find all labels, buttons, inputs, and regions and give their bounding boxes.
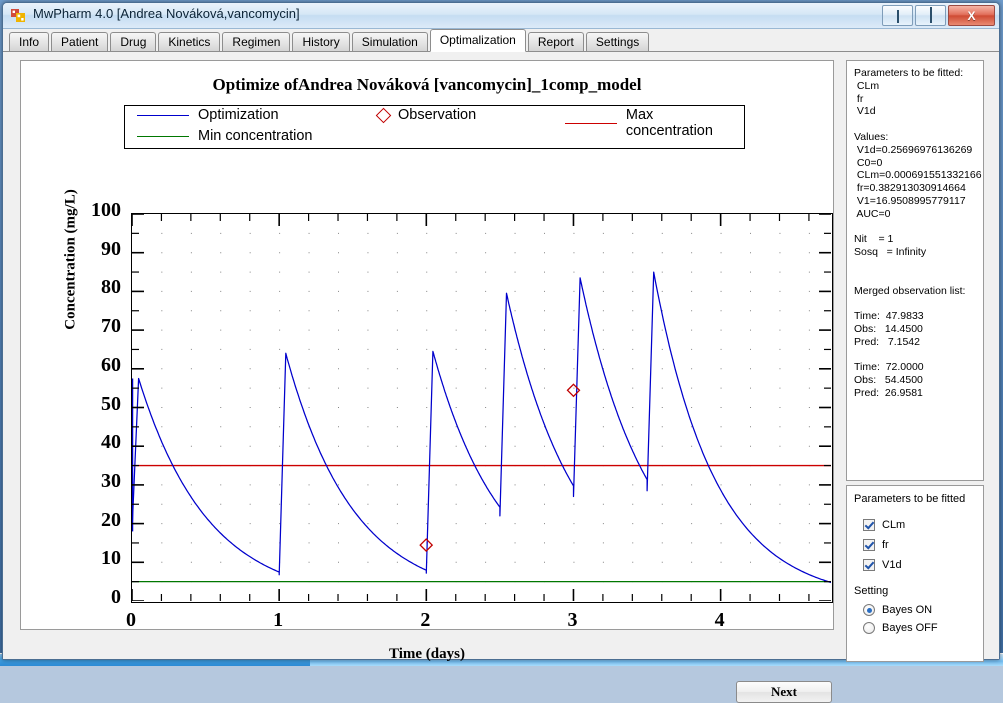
tab-kinetics[interactable]: Kinetics	[158, 32, 220, 51]
legend-label: Optimization	[198, 107, 279, 123]
legend-label: Max concentration	[626, 107, 744, 139]
tab-regimen[interactable]: Regimen	[222, 32, 290, 51]
minimize-button[interactable]	[882, 5, 913, 26]
checkbox-label: fr	[882, 539, 889, 551]
tab-history[interactable]: History	[292, 32, 349, 51]
y-tick-label: 10	[61, 547, 121, 570]
y-tick-label: 50	[61, 393, 121, 416]
radio-bayes-on[interactable]: Bayes ON	[863, 601, 983, 619]
close-icon: X	[967, 9, 975, 23]
close-button[interactable]: X	[948, 5, 995, 26]
radio-label: Bayes ON	[882, 604, 932, 616]
application-window: MwPharm 4.0 [Andrea Nováková,vancomycin]…	[2, 2, 1000, 660]
tab-report[interactable]: Report	[528, 32, 584, 51]
legend-label: Min concentration	[198, 128, 312, 144]
line-swatch-icon	[565, 123, 617, 124]
line-swatch-icon	[137, 115, 189, 116]
minimize-icon	[897, 10, 899, 22]
y-tick-label: 70	[61, 315, 121, 338]
radio-bayes-off[interactable]: Bayes OFF	[863, 619, 983, 637]
legend-item-optimization: Optimization	[137, 107, 279, 123]
x-axis-label: Time (days)	[21, 646, 833, 663]
radio-icon[interactable]	[863, 622, 875, 634]
tab-optimalization[interactable]: Optimalization	[430, 29, 526, 52]
tab-patient[interactable]: Patient	[51, 32, 108, 51]
setting-label: Setting	[847, 575, 983, 601]
next-button[interactable]: Next	[736, 681, 832, 703]
y-tick-label: 100	[61, 199, 121, 222]
checkbox-icon[interactable]	[863, 519, 875, 531]
legend-label: Observation	[398, 107, 476, 123]
results-info-text: Parameters to be fitted: CLm fr V1d Valu…	[847, 61, 983, 400]
results-info-panel: Parameters to be fitted: CLm fr V1d Valu…	[846, 60, 984, 481]
line-swatch-icon	[137, 136, 189, 137]
plot-area	[131, 213, 833, 603]
fit-panel-title: Parameters to be fitted	[847, 486, 983, 509]
legend-item-observation: Observation	[357, 107, 476, 123]
x-tick-label: 2	[405, 609, 445, 632]
bayes-radio-group: Bayes ON Bayes OFF	[847, 601, 983, 637]
checkbox-icon[interactable]	[863, 539, 875, 551]
x-tick-label: 1	[258, 609, 298, 632]
window-title: MwPharm 4.0 [Andrea Nováková,vancomycin]	[33, 6, 300, 21]
tab-simulation[interactable]: Simulation	[352, 32, 428, 51]
checkbox-label: CLm	[882, 519, 905, 531]
tab-bar: InfoPatientDrugKineticsRegimenHistorySim…	[3, 29, 999, 52]
y-tick-label: 90	[61, 238, 121, 261]
checkbox-icon[interactable]	[863, 559, 875, 571]
y-tick-label: 80	[61, 276, 121, 299]
legend-item-min-concentration: Min concentration	[137, 128, 312, 144]
chart-legend: Optimization Observation Max concentration…	[124, 105, 745, 149]
tab-settings[interactable]: Settings	[586, 32, 649, 51]
legend-item-max-concentration: Max concentration	[565, 107, 744, 139]
app-icon	[11, 8, 26, 23]
tab-info[interactable]: Info	[9, 32, 49, 51]
diamond-icon	[376, 107, 392, 123]
y-tick-label: 60	[61, 354, 121, 377]
y-tick-label: 40	[61, 431, 121, 454]
chart-title: Optimize ofAndrea Nováková [vancomycin]_…	[21, 75, 833, 95]
fit-parameters-panel: Parameters to be fitted CLm fr V1d Setting…	[846, 485, 984, 662]
y-tick-label: 0	[61, 586, 121, 609]
plot-svg	[132, 214, 831, 601]
tab-drug[interactable]: Drug	[110, 32, 156, 51]
chart-panel: Optimize ofAndrea Nováková [vancomycin]_…	[20, 60, 834, 630]
radio-label: Bayes OFF	[882, 622, 938, 634]
fit-checkbox-clm[interactable]: CLm	[863, 515, 983, 535]
maximize-button[interactable]	[915, 5, 946, 26]
radio-icon[interactable]	[863, 604, 875, 616]
maximize-icon	[930, 10, 932, 22]
window-body: Optimize ofAndrea Nováková [vancomycin]_…	[3, 52, 999, 659]
fit-checkbox-fr[interactable]: fr	[863, 535, 983, 555]
fit-checkbox-list: CLm fr V1d	[847, 515, 983, 575]
checkbox-label: V1d	[882, 559, 902, 571]
x-tick-label: 4	[700, 609, 740, 632]
y-tick-label: 30	[61, 470, 121, 493]
x-tick-label: 3	[552, 609, 592, 632]
y-tick-label: 20	[61, 509, 121, 532]
window-controls: X	[882, 5, 995, 26]
title-bar[interactable]: MwPharm 4.0 [Andrea Nováková,vancomycin]…	[3, 3, 999, 29]
x-tick-label: 0	[111, 609, 151, 632]
fit-checkbox-v1d[interactable]: V1d	[863, 555, 983, 575]
